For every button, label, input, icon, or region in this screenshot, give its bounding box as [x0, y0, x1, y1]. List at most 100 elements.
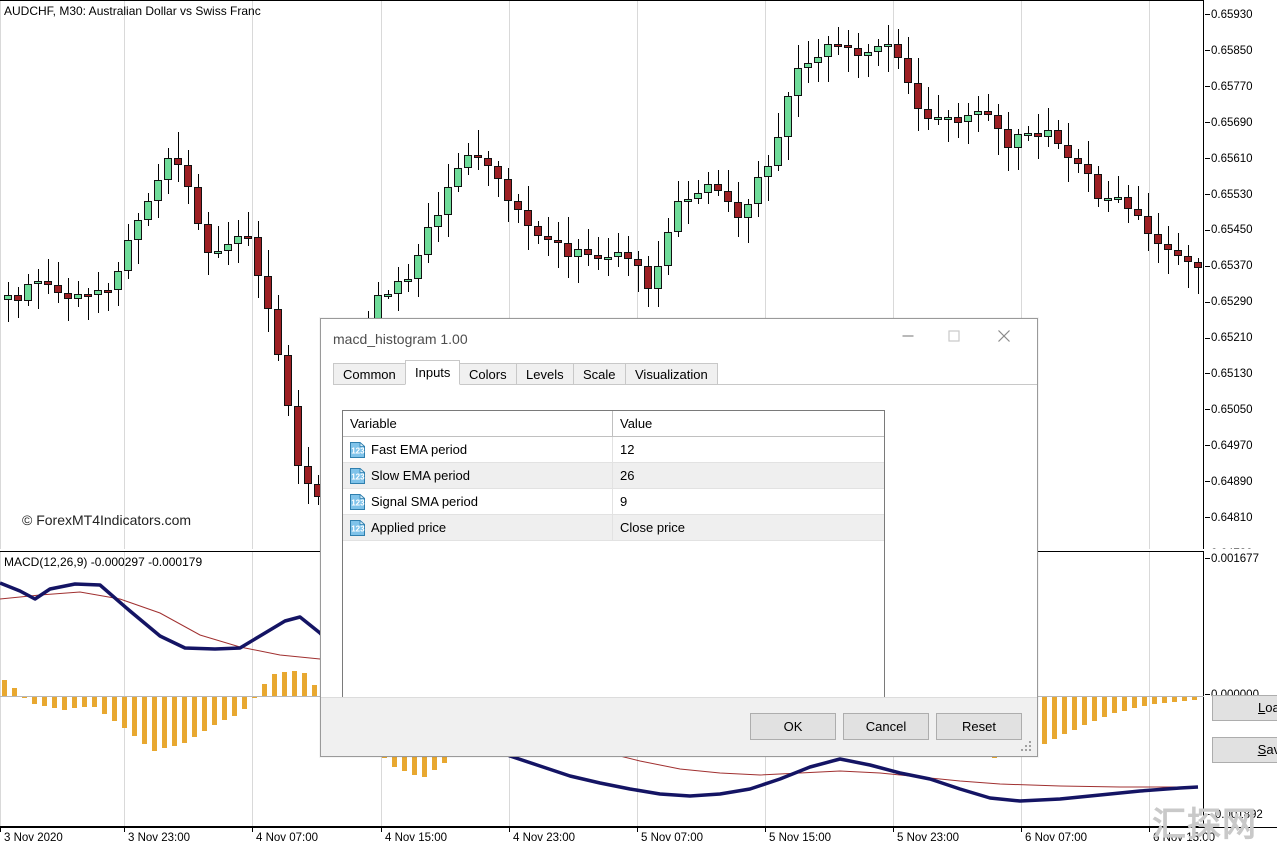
- table-row[interactable]: 123Signal SMA period9: [343, 489, 884, 515]
- row-value-cell[interactable]: 9: [613, 489, 884, 514]
- candle-body: [244, 236, 252, 239]
- candle-body: [894, 44, 902, 58]
- macd-tick: 0.001677: [1205, 553, 1259, 565]
- macd-axis[interactable]: 0.0016770.000000-0.001892: [1205, 551, 1277, 827]
- candle-body: [814, 57, 822, 63]
- candle-body: [774, 137, 782, 166]
- candle-body: [114, 271, 122, 290]
- candle-body: [514, 201, 522, 211]
- price-tick: 0.65610: [1205, 153, 1253, 165]
- dialog-footer: OK Cancel Reset: [321, 697, 1037, 756]
- candlestick: [1184, 0, 1192, 549]
- candle-body: [744, 204, 752, 218]
- candle-body: [384, 294, 392, 297]
- candle-wick: [698, 180, 699, 204]
- svg-text:123: 123: [351, 446, 365, 455]
- header-value-label: Value: [620, 416, 652, 431]
- price-tick: 0.65210: [1205, 332, 1253, 344]
- time-tick: 5 Nov 15:00: [769, 832, 831, 844]
- row-value-cell[interactable]: Close price: [613, 515, 884, 540]
- price-tick: 0.65530: [1205, 189, 1253, 201]
- candle-wick: [998, 104, 999, 155]
- tab-scale[interactable]: Scale: [573, 363, 626, 385]
- candle-body: [494, 166, 502, 179]
- candle-body: [34, 281, 42, 284]
- candle-body: [1024, 133, 1032, 136]
- row-value-label: 26: [620, 468, 634, 483]
- tab-colors[interactable]: Colors: [459, 363, 517, 385]
- candle-body: [874, 46, 882, 52]
- candle-body: [524, 210, 532, 226]
- tab-levels[interactable]: Levels: [516, 363, 574, 385]
- candle-wick: [578, 239, 579, 283]
- row-variable-cell[interactable]: 123Applied price: [343, 515, 613, 540]
- dialog-body: Variable Value 123Fast EMA period12123Slow…: [321, 385, 1037, 756]
- candlestick: [134, 0, 142, 549]
- candle-wick: [828, 36, 829, 82]
- candlestick: [44, 0, 52, 549]
- candle-body: [1184, 256, 1192, 262]
- price-tick: 0.64890: [1205, 476, 1253, 488]
- candlestick: [1154, 0, 1162, 549]
- candlestick: [194, 0, 202, 549]
- candle-wick: [968, 103, 969, 144]
- candle-wick: [598, 237, 599, 270]
- time-axis[interactable]: 3 Nov 20203 Nov 23:004 Nov 07:004 Nov 15…: [0, 827, 1277, 852]
- load-button[interactable]: Load: [1212, 695, 1277, 721]
- reset-button[interactable]: Reset: [936, 713, 1022, 740]
- row-variable-cell[interactable]: 123Slow EMA period: [343, 463, 613, 488]
- candle-body: [124, 240, 132, 271]
- table-row[interactable]: 123Applied price Close price: [343, 515, 884, 541]
- row-value-cell[interactable]: 26: [613, 463, 884, 488]
- save-button[interactable]: Save: [1212, 737, 1277, 763]
- candle-wick: [68, 278, 69, 321]
- time-tick: 5 Nov 07:00: [641, 832, 703, 844]
- price-tick: 0.65450: [1205, 224, 1253, 236]
- time-tick-mark: [0, 828, 1, 832]
- candlestick: [214, 0, 222, 549]
- row-variable-cell[interactable]: 123Signal SMA period: [343, 489, 613, 514]
- table-row[interactable]: 123Slow EMA period 26: [343, 463, 884, 489]
- candle-wick: [618, 233, 619, 267]
- header-variable-label: Variable: [350, 416, 397, 431]
- candlestick: [274, 0, 282, 549]
- candle-body: [944, 117, 952, 120]
- candle-body: [424, 227, 432, 255]
- table-row[interactable]: 123Fast EMA period12: [343, 437, 884, 463]
- row-variable-cell[interactable]: 123Fast EMA period: [343, 437, 613, 462]
- tab-visualization[interactable]: Visualization: [625, 363, 718, 385]
- candle-wick: [688, 181, 689, 224]
- candle-body: [974, 111, 982, 115]
- candle-body: [274, 309, 282, 355]
- candle-body: [804, 63, 812, 68]
- indicator-properties-dialog[interactable]: macd_histogram 1.00 CommonInputsColorsLe…: [320, 318, 1038, 757]
- candle-body: [664, 232, 672, 265]
- ok-button[interactable]: OK: [750, 713, 836, 740]
- dialog-title: macd_histogram 1.00: [333, 331, 468, 347]
- minimize-icon[interactable]: [885, 319, 931, 353]
- maximize-icon[interactable]: [931, 319, 977, 353]
- row-value-cell[interactable]: 12: [613, 437, 884, 462]
- resize-grip[interactable]: [1021, 741, 1033, 753]
- cancel-button[interactable]: Cancel: [843, 713, 929, 740]
- candle-body: [294, 406, 302, 466]
- candlestick: [74, 0, 82, 549]
- price-axis[interactable]: 0.659300.658500.657700.656900.656100.655…: [1205, 0, 1277, 549]
- candle-body: [984, 111, 992, 115]
- dialog-title-bar[interactable]: macd_histogram 1.00: [321, 319, 1037, 360]
- candle-wick: [48, 259, 49, 293]
- dialog-tab-strip[interactable]: CommonInputsColorsLevelsScaleVisualizati…: [321, 360, 1037, 385]
- inputs-table[interactable]: Variable Value 123Fast EMA period12123Slow…: [342, 410, 885, 704]
- candlestick: [234, 0, 242, 549]
- time-tick-mark: [1021, 828, 1022, 832]
- candle-body: [74, 294, 82, 299]
- close-icon[interactable]: [981, 319, 1027, 353]
- row-value-label: Close price: [620, 520, 685, 535]
- tab-inputs[interactable]: Inputs: [405, 360, 460, 385]
- candlestick: [174, 0, 182, 549]
- candle-body: [84, 294, 92, 297]
- time-tick-mark: [252, 828, 253, 832]
- tab-common[interactable]: Common: [333, 363, 406, 385]
- number-type-icon: 123: [350, 494, 365, 510]
- candle-body: [734, 202, 742, 218]
